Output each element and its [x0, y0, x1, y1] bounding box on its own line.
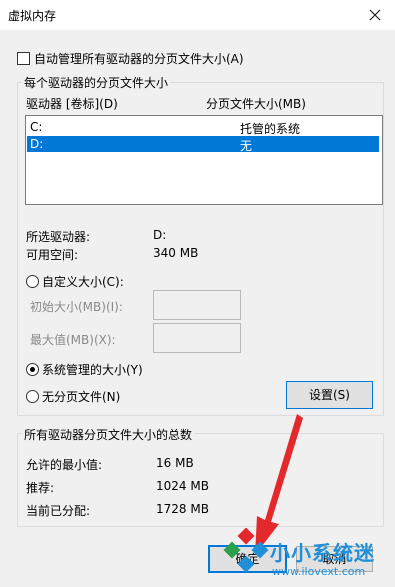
drive-letter: C: [30, 120, 43, 134]
drive-list[interactable]: C: 托管的系统 D: 无 [25, 115, 383, 205]
set-button[interactable]: 设置(S) [286, 381, 373, 409]
min-size-value: 16 MB [156, 456, 194, 470]
recommended-label: 推荐: [26, 481, 55, 495]
drive-row-c[interactable]: C: 托管的系统 [27, 119, 379, 136]
system-managed-label[interactable]: 系统管理的大小(Y) [42, 361, 143, 378]
current-allocated-value: 1728 MB [156, 502, 209, 516]
initial-size-label: 初始大小(MB)(I): [30, 300, 123, 314]
radio-selected-dot [30, 367, 35, 372]
selected-drive-label: 所选驱动器: [26, 230, 91, 244]
drive-size: 无 [240, 139, 253, 153]
initial-size-input[interactable] [153, 290, 241, 320]
title-bar [0, 0, 395, 30]
watermark-logo-icon [223, 528, 269, 573]
min-size-label: 允许的最小值: [26, 458, 103, 472]
close-button[interactable] [355, 0, 395, 30]
totals-group-legend: 所有驱动器分页文件大小的总数 [22, 426, 195, 443]
auto-manage-checkbox[interactable] [17, 52, 30, 65]
max-size-input[interactable] [153, 323, 241, 353]
drive-row-d[interactable]: D: 无 [27, 136, 379, 153]
recommended-value: 1024 MB [156, 479, 209, 493]
size-column-header: 分页文件大小(MB) [206, 97, 306, 111]
drives-group-legend: 每个驱动器的分页文件大小 [22, 74, 171, 91]
current-allocated-label: 当前已分配: [26, 504, 91, 518]
selected-drive-value: D: [153, 228, 167, 242]
no-paging-radio[interactable] [26, 390, 39, 403]
max-size-label: 最大值(MB)(X): [30, 333, 116, 347]
window-title: 虚拟内存 [8, 9, 57, 23]
free-space-value: 340 MB [153, 246, 199, 260]
drive-size: 托管的系统 [240, 122, 301, 136]
watermark-brand: 小小系统迷 [270, 541, 375, 565]
watermark-url: www.ilovext.com [272, 565, 366, 578]
free-space-label: 可用空间: [26, 248, 79, 262]
no-paging-label[interactable]: 无分页文件(N) [42, 388, 120, 405]
custom-size-radio[interactable] [26, 275, 39, 288]
close-icon [369, 9, 381, 21]
auto-manage-label[interactable]: 自动管理所有驱动器的分页文件大小(A) [34, 50, 244, 67]
drive-column-header: 驱动器 [卷标](D) [26, 97, 118, 111]
custom-size-label[interactable]: 自定义大小(C): [42, 273, 124, 290]
drive-letter: D: [30, 137, 44, 151]
system-managed-radio[interactable] [26, 363, 39, 376]
